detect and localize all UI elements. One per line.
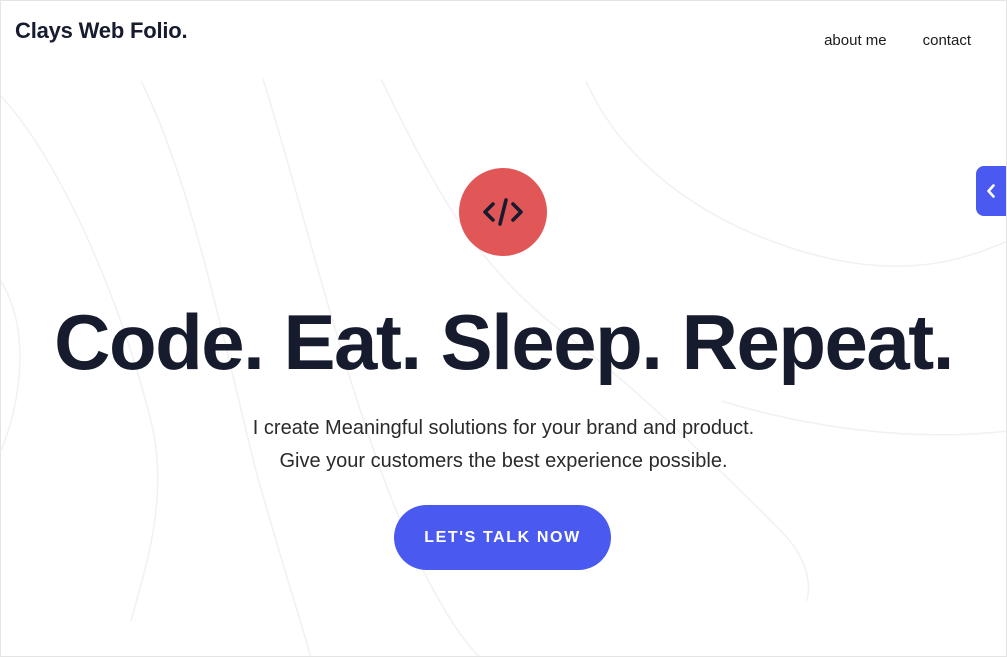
hero-headline: Code. Eat. Sleep. Repeat. — [54, 298, 954, 386]
hero-icon-badge — [459, 168, 547, 256]
nav-link-about-me[interactable]: about me — [824, 32, 887, 49]
chevron-left-icon — [987, 184, 995, 198]
page-frame: Clays Web Folio. about me contact Code. … — [0, 0, 1007, 657]
hero-subtext-line-2: Give your customers the best experience … — [279, 450, 728, 472]
site-logo-text[interactable]: Clays Web Folio. — [15, 18, 188, 44]
nav-link-contact[interactable]: contact — [923, 32, 971, 49]
lets-talk-now-button[interactable]: LET'S TALK NOW — [394, 505, 611, 570]
hero-subtext-line-1: I create Meaningful solutions for your b… — [252, 417, 755, 439]
code-icon — [483, 198, 523, 226]
top-nav: about me contact — [824, 32, 971, 49]
side-panel-toggle[interactable] — [976, 166, 1006, 216]
